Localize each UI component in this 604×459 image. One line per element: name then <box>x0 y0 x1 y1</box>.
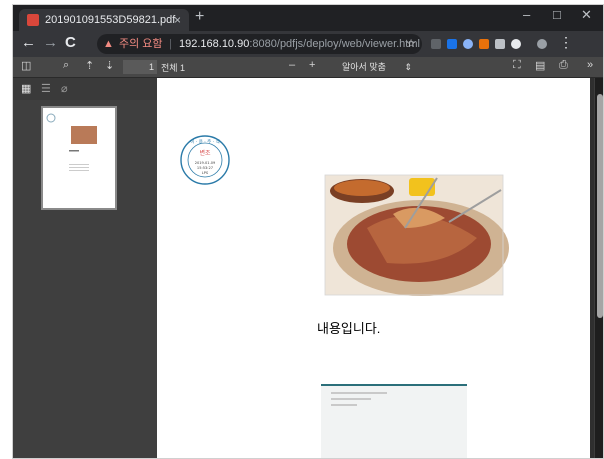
separator: | <box>169 38 172 50</box>
extension-icon[interactable] <box>447 39 457 49</box>
stamp-seal: 이 · 용 · 주 · 식 변조 2019.01.09 15:53:27 LPS <box>180 135 230 185</box>
new-tab-button[interactable]: + <box>195 8 204 26</box>
page-count: 전체 1 <box>161 63 186 73</box>
tab-strip: 201901091553D59821.pdf × + – □ ✕ <box>13 5 603 31</box>
url-text[interactable]: 192.168.10.90:8080/pdfjs/deploy/web/view… <box>179 34 420 54</box>
attachments-view-icon[interactable]: ⌀ <box>61 82 68 95</box>
pdf-favicon-icon <box>27 14 39 26</box>
stamp-text: LPS <box>202 171 209 175</box>
zoom-out-button[interactable]: – <box>289 59 295 71</box>
sidebar-toggle-icon[interactable]: ◫ <box>21 59 31 72</box>
scrollbar-thumb[interactable] <box>597 94 603 318</box>
document-body-text: 내용입니다. <box>317 321 381 336</box>
document-line <box>331 404 357 406</box>
presentation-mode-icon[interactable]: ⛶ <box>513 59 521 72</box>
pdf-page: 이 · 용 · 주 · 식 변조 2019.01.09 15:53:27 LPS <box>157 78 590 458</box>
address-toolbar: ← → C ▲ 주의 요함 | 192.168.10.90:8080/pdfjs… <box>13 31 603 57</box>
next-page-icon[interactable]: ⇣ <box>105 59 114 72</box>
document-line <box>331 398 371 400</box>
page-thumbnail[interactable] <box>41 106 117 210</box>
zoom-in-button[interactable]: + <box>309 59 315 71</box>
extension-icon[interactable] <box>431 39 441 49</box>
extension-icon[interactable] <box>479 39 489 49</box>
forward-button[interactable]: → <box>43 34 58 51</box>
pdf-sidebar: ▦ ☰ ⌀ <box>13 78 157 458</box>
zoom-value: 알아서 맞춤 <box>342 62 386 72</box>
embedded-document-preview <box>321 384 467 458</box>
address-bar[interactable]: ▲ 주의 요함 | 192.168.10.90:8080/pdfjs/deplo… <box>97 34 422 54</box>
stamp-text: 15:53:27 <box>197 166 213 170</box>
stamp-text: 변조 <box>199 149 211 157</box>
minimize-button[interactable]: – <box>523 7 530 22</box>
back-button[interactable]: ← <box>21 34 36 51</box>
food-photo <box>324 174 509 296</box>
thumbnail-preview <box>46 113 97 171</box>
find-icon[interactable]: ⌕ <box>63 59 69 72</box>
open-file-icon[interactable]: ▤ <box>535 59 545 72</box>
sidebar-tools: ▦ ☰ ⌀ <box>13 78 157 100</box>
browser-menu-button[interactable]: ⋮ <box>559 34 573 51</box>
vertical-scrollbar[interactable] <box>595 78 603 458</box>
outline-view-icon[interactable]: ☰ <box>41 82 51 95</box>
zoom-select[interactable]: 알아서 맞춤 ⇕ <box>342 60 412 74</box>
tab-title: 201901091553D59821.pdf <box>45 14 176 26</box>
tools-more-button[interactable]: » <box>587 59 593 71</box>
document-line <box>331 392 387 394</box>
extension-icon[interactable] <box>511 39 521 49</box>
thumbnail-view-icon[interactable]: ▦ <box>21 82 31 95</box>
print-icon[interactable]: ⎙ <box>559 59 568 72</box>
zoom-dropdown-icon: ⇕ <box>404 62 412 72</box>
extension-icon[interactable] <box>463 39 473 49</box>
security-label[interactable]: 주의 요함 <box>119 34 163 54</box>
stamp-text: 이 · 용 · 주 · 식 <box>190 138 219 145</box>
maximize-button[interactable]: □ <box>553 7 561 22</box>
reload-button[interactable]: C <box>65 34 76 51</box>
pdf-toolbar: ◫ ⌕ ⇡ ⇣ 1 전체 1 – + 알아서 맞춤 ⇕ ⛶ ▤ ⎙ » <box>13 57 603 78</box>
close-window-button[interactable]: ✕ <box>581 7 592 23</box>
tab-pdf[interactable]: 201901091553D59821.pdf × <box>19 9 189 31</box>
warning-icon: ▲ <box>103 38 114 50</box>
profile-avatar[interactable] <box>537 39 547 49</box>
page-number-input[interactable]: 1 <box>123 60 157 74</box>
browser-window: 201901091553D59821.pdf × + – □ ✕ ← → C ▲… <box>12 4 604 459</box>
previous-page-icon[interactable]: ⇡ <box>85 59 94 72</box>
viewer-container: 이 · 용 · 주 · 식 변조 2019.01.09 15:53:27 LPS <box>157 78 594 458</box>
extension-icon[interactable] <box>495 39 505 49</box>
bookmark-star-icon[interactable]: ☆ <box>406 34 416 54</box>
stamp-text: 2019.01.09 <box>195 161 216 165</box>
tab-close-icon[interactable]: × <box>174 9 181 31</box>
